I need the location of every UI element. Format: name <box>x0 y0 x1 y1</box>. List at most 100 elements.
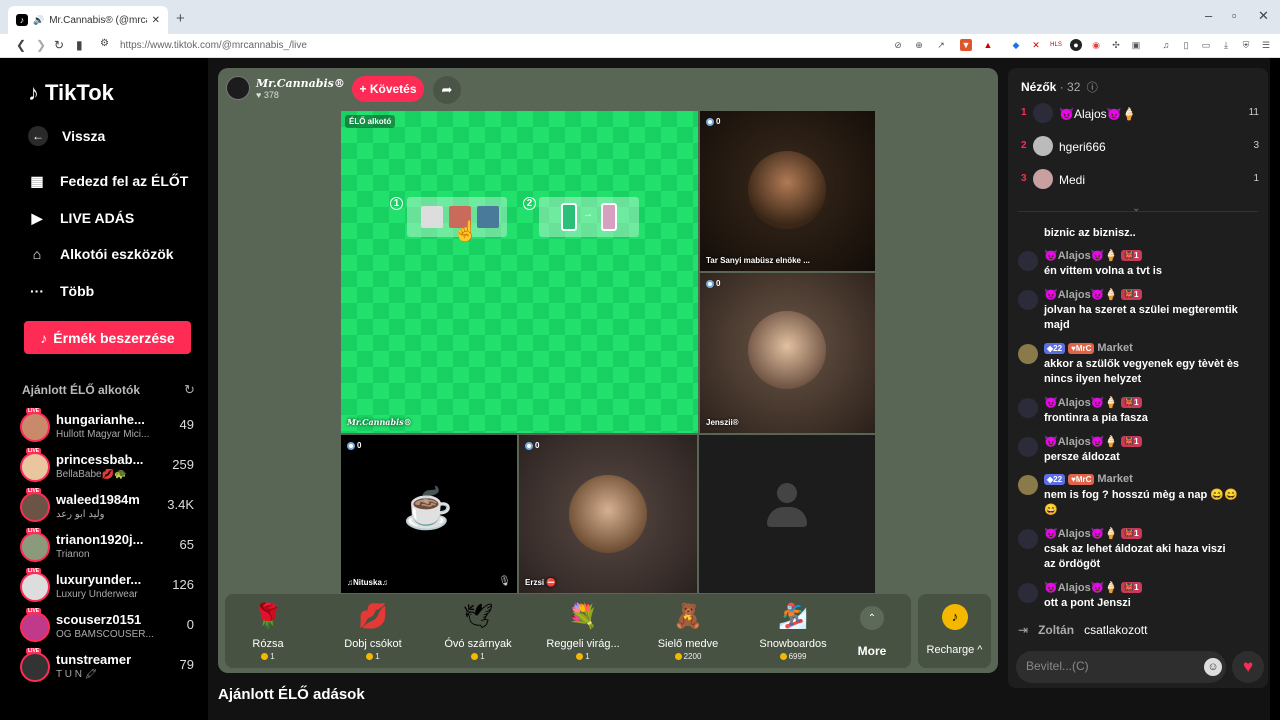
creator-item[interactable]: LIVE trianon1920j... Trianon 65 <box>20 528 206 568</box>
creator-item[interactable]: LIVE tunstreamer T U N 🖍 79 <box>20 648 206 688</box>
viewer-count: 65 <box>179 537 194 552</box>
viewer-name: Medi <box>1059 173 1086 187</box>
tiktok-logo[interactable]: ♪ TikTok <box>28 80 114 106</box>
guest-video-tile[interactable]: 0 Tar Sanyi mabüsz elnöke ... <box>700 111 875 271</box>
extension-color-icon[interactable]: ◉ <box>1090 39 1102 51</box>
avatar <box>1033 169 1053 189</box>
more-gifts-button[interactable]: More <box>847 644 897 658</box>
guest-name: Tar Sanyi mabüsz elnöke ... <box>706 256 810 265</box>
tab-close-icon[interactable]: ✕ <box>152 15 160 26</box>
vpn-shield-icon[interactable]: ⛨ <box>1240 39 1252 51</box>
maximize-button[interactable]: ▫ <box>1232 8 1237 23</box>
calendar-live-icon: ▦ <box>30 172 44 189</box>
rewards-icon[interactable]: ▲ <box>982 39 994 51</box>
chat-input[interactable] <box>1026 659 1186 673</box>
minimize-button[interactable]: – <box>1205 8 1212 23</box>
viewer-count: 79 <box>179 657 194 672</box>
close-window-button[interactable]: ✕ <box>1258 8 1269 24</box>
chat-input-box[interactable]: ☺ <box>1016 651 1226 683</box>
refresh-icon[interactable]: ↻ <box>184 382 195 398</box>
extension-circle-icon[interactable]: ● <box>1070 39 1082 51</box>
chevron-down-icon[interactable]: ⌄ <box>1132 203 1140 214</box>
viewer-score: 11 <box>1248 107 1259 118</box>
logo-text: TikTok <box>45 80 114 105</box>
reload-icon[interactable]: ↻ <box>54 38 64 52</box>
extension-translate-icon[interactable]: ◆ <box>1010 39 1022 51</box>
extension-box-icon[interactable]: ▣ <box>1130 39 1142 51</box>
host-avatar[interactable] <box>226 76 250 100</box>
live-badge: LIVE <box>26 448 42 454</box>
viewer-count: 126 <box>172 577 194 592</box>
nav-explore-live[interactable]: ▦ Fedezd fel az ÉLŐT <box>28 172 188 190</box>
viewer-count: 0 <box>186 617 194 632</box>
creator-subtitle: وليد ابو رعد <box>56 509 105 520</box>
avatar <box>1018 290 1038 310</box>
nav-more[interactable]: ··· Több <box>28 282 94 300</box>
brave-shield-icon[interactable]: ▼ <box>960 39 972 51</box>
translate-icon[interactable]: ⊘ <box>892 39 904 51</box>
extension-hls-icon[interactable]: HLS <box>1050 39 1062 51</box>
creator-item[interactable]: LIVE princessbab... BellaBabe💋🐢 259 <box>20 448 206 488</box>
forward-arrow-icon[interactable]: ❯ <box>36 38 46 52</box>
top-viewer-row[interactable]: 2 hgeri666 3 <box>1021 135 1259 159</box>
empty-guest-slot[interactable] <box>699 435 875 593</box>
nav-creator-tools[interactable]: ⌂ Alkotói eszközök <box>28 245 174 263</box>
extension-x-icon[interactable]: ✕ <box>1030 39 1042 51</box>
guest-video-tile[interactable]: 0 Erzsi ⛔ <box>519 435 697 593</box>
extensions-icon[interactable]: ✣ <box>1110 39 1122 51</box>
download-icon[interactable]: ⤓ <box>1220 39 1232 51</box>
more-dots-icon: ··· <box>30 283 44 299</box>
viewers-title[interactable]: Nézők · 32 ⓘ <box>1021 79 1098 95</box>
creator-item[interactable]: LIVE scouserz0151 OG BAMSCOUSER... 0 <box>20 608 206 648</box>
browser-tab[interactable]: ♪ 🔊 Mr.Cannabis® (@mrcanna... ✕ <box>8 6 168 34</box>
avatar <box>1018 437 1038 457</box>
top-viewer-row[interactable]: 3 Medi 1 <box>1021 168 1259 192</box>
nav-back[interactable]: ← Vissza <box>28 126 105 146</box>
zoom-icon[interactable]: ⊕ <box>913 39 925 51</box>
bookmark-icon[interactable]: ▮ <box>76 38 83 52</box>
chat-text: jolvan ha szeret a szülei megteremtik ma… <box>1044 304 1238 331</box>
top-viewer-row[interactable]: 1 😈Alajos😈🍦 11 <box>1021 102 1259 126</box>
gift-item[interactable]: 🧸 Sielő medve 2200 <box>633 594 743 668</box>
nav-live-studio[interactable]: ▶ LIVE ADÁS <box>28 209 135 227</box>
creator-item[interactable]: LIVE hungarianhe... Hullott Magyar Mici.… <box>20 408 206 448</box>
recharge-button[interactable]: ♪ Recharge ^ <box>918 594 991 668</box>
guest-video-tile[interactable]: 0 Jenszii® <box>700 273 875 433</box>
coffee-cup-icon: ☕ <box>403 487 453 531</box>
guest-video-tile[interactable]: 0 ☕ ♫Nituska♫ 🎙 <box>341 435 517 593</box>
get-coins-button[interactable]: ♪ Érmék beszerzése <box>24 321 191 354</box>
snowboarder-icon: 🏂 <box>778 603 808 630</box>
follow-button[interactable]: + Követés <box>352 76 424 102</box>
sidebar-toggle-icon[interactable]: ▯ <box>1180 39 1192 51</box>
chevron-up-icon[interactable]: ⌃ <box>860 606 884 630</box>
share-icon[interactable]: ➦ <box>433 76 461 104</box>
divider <box>1018 211 1258 212</box>
url-text[interactable]: https://www.tiktok.com/@mrcannabis_/live <box>120 40 307 51</box>
viewer-count: 3.4K <box>167 497 194 512</box>
creator-item[interactable]: LIVE luxuryunder... Luxury Underwear 126 <box>20 568 206 608</box>
creator-item[interactable]: LIVE waleed1984m وليد ابو رعد 3.4K <box>20 488 206 528</box>
host-video-tile[interactable]: ÉLŐ alkotó 1 ☝ 2 → Mr.Cannabis® <box>341 111 698 433</box>
get-coins-label: Érmék beszerzése <box>53 329 175 346</box>
gift-item[interactable]: 🏂 Snowboardos 6999 <box>738 594 848 668</box>
speaker-icon[interactable]: 🔊 <box>33 15 44 26</box>
help-icon[interactable]: ⓘ <box>1087 82 1098 94</box>
gift-item[interactable]: 🌹 Rózsa 1 <box>213 594 323 668</box>
gift-item[interactable]: 🕊 Óvó szárnyak 1 <box>423 594 533 668</box>
host-info[interactable]: Mr.Cannabis® ♥ 378 <box>226 76 345 100</box>
wallet-icon[interactable]: ▭ <box>1200 39 1212 51</box>
back-arrow-icon[interactable]: ❮ <box>16 38 26 52</box>
menu-icon[interactable]: ☰ <box>1260 39 1272 51</box>
gift-item[interactable]: 💐 Reggeli virág... 1 <box>528 594 638 668</box>
live-badge: LIVE <box>26 408 42 414</box>
new-tab-button[interactable]: + <box>176 10 185 27</box>
live-badge: LIVE <box>26 568 42 574</box>
viewer-count: 49 <box>179 417 194 432</box>
share-page-icon[interactable]: ↗ <box>935 39 947 51</box>
heart-like-icon[interactable]: ♥ <box>1232 651 1264 683</box>
guest-face <box>748 311 826 389</box>
emoji-icon[interactable]: ☺ <box>1204 658 1222 676</box>
media-icon[interactable]: ♫ <box>1160 39 1172 51</box>
site-info-icon[interactable]: ⚙ <box>100 38 109 49</box>
gift-item[interactable]: 💋 Dobj csókot 1 <box>318 594 428 668</box>
